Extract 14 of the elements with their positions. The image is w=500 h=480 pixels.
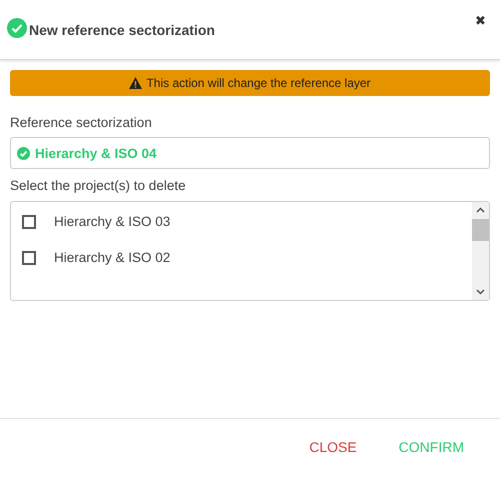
warning-icon bbox=[129, 77, 142, 89]
dialog-title: New reference sectorization bbox=[29, 22, 215, 38]
check-circle-icon bbox=[7, 18, 27, 38]
project-name: Hierarchy & ISO 02 bbox=[54, 250, 170, 265]
project-name: Hierarchy & ISO 03 bbox=[54, 214, 170, 229]
scrollbar[interactable] bbox=[472, 202, 489, 300]
list-label: Select the project(s) to delete bbox=[10, 178, 187, 193]
warning-text: This action will change the reference layer bbox=[146, 76, 371, 90]
check-circle-icon bbox=[17, 146, 30, 160]
checkbox[interactable] bbox=[22, 214, 36, 228]
close-button[interactable]: ✖ bbox=[475, 13, 486, 28]
close-button[interactable]: CLOSE bbox=[303, 434, 363, 458]
field-label: Reference sectorization bbox=[10, 115, 153, 130]
checkbox[interactable] bbox=[22, 250, 36, 264]
